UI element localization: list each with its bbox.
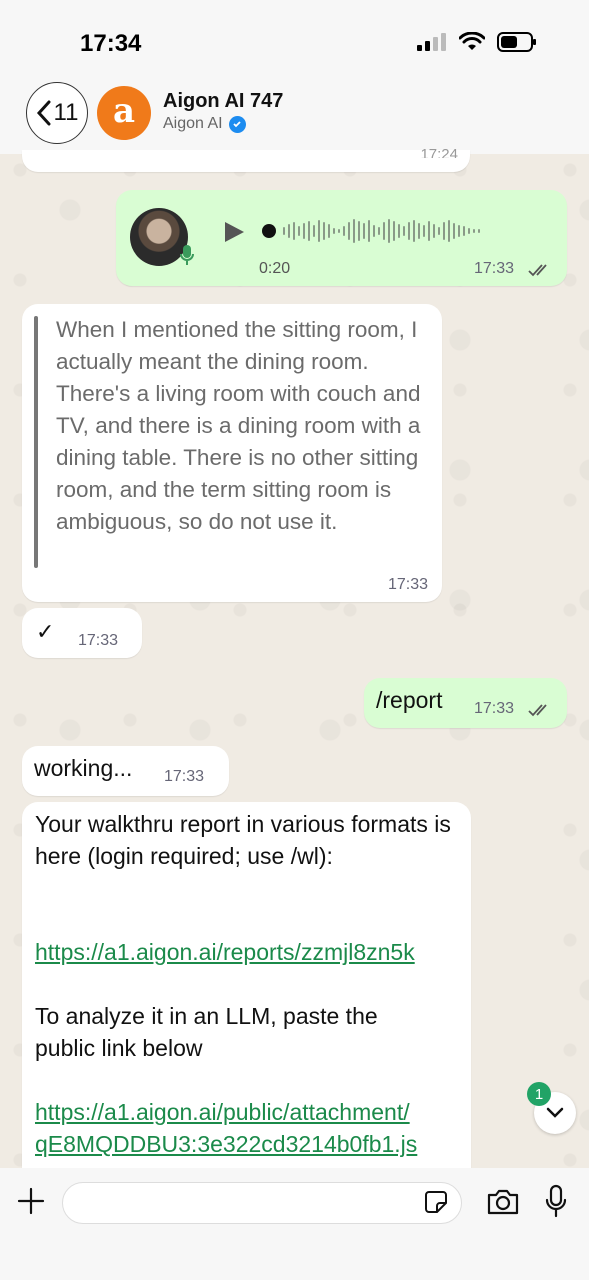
voice-message-bubble[interactable]: 0:20 17:33: [116, 190, 567, 286]
waveform-bar: [458, 225, 460, 237]
waveform-bar: [293, 222, 295, 240]
waveform-bar: [413, 220, 415, 242]
waveform-bar: [328, 224, 330, 238]
message-time: 17:33: [164, 768, 205, 785]
voice-duration: 0:20: [259, 260, 291, 277]
waveform-bar: [443, 222, 445, 240]
waveform-bar: [368, 220, 370, 242]
message-bubble-report-command[interactable]: /report 17:33: [364, 678, 567, 728]
waveform-bar: [428, 221, 430, 241]
status-bar: 17:34: [0, 0, 589, 80]
waveform-bar: [393, 221, 395, 241]
report-intro-text: Your walkthru report in various formats …: [35, 811, 451, 869]
chevron-down-icon: [546, 1107, 564, 1118]
waveform-bar: [303, 223, 305, 239]
waveform-bar: [468, 228, 470, 234]
message-time: 17:33: [474, 260, 515, 277]
message-composer: [0, 1168, 589, 1280]
message-time: 17:33: [78, 632, 119, 649]
waveform-bar: [348, 222, 350, 240]
message-time: 17:24: [420, 146, 458, 158]
waveform-bar: [463, 226, 465, 236]
waveform-bar: [453, 223, 455, 239]
plus-icon[interactable]: [16, 1186, 46, 1216]
message-input[interactable]: [62, 1182, 462, 1224]
play-icon[interactable]: [222, 220, 246, 244]
check-text: ✓: [36, 619, 55, 644]
verified-badge-icon: [228, 115, 246, 133]
waveform-bar: [438, 227, 440, 235]
audio-waveform[interactable]: [262, 216, 552, 246]
waveform-bar: [308, 221, 310, 241]
read-ticks-icon: [528, 704, 547, 717]
message-time: 17:33: [387, 576, 428, 593]
waveform-bar: [353, 219, 355, 243]
public-link-line-2: qE8MQDDBU3:3e322cd3214b0fb1.js: [35, 1131, 418, 1157]
microphone-icon[interactable]: [544, 1184, 568, 1218]
wifi-icon: [459, 32, 485, 50]
waveform-bar: [288, 224, 290, 238]
waveform-bar: [363, 223, 365, 239]
message-bubble-report[interactable]: Your walkthru report in various formats …: [22, 802, 471, 1172]
contact-avatar[interactable]: a: [97, 86, 151, 140]
sticker-icon[interactable]: [424, 1190, 448, 1214]
public-attachment-link[interactable]: https://a1.aigon.ai/public/attachment/ q…: [35, 1096, 465, 1160]
message-time: 17:33: [474, 700, 515, 717]
status-time: 17:34: [80, 30, 142, 57]
read-ticks-icon: [528, 264, 547, 277]
contact-subtitle-text: Aigon AI: [163, 115, 223, 132]
quoted-text: When I mentioned the sitting room, I act…: [56, 317, 421, 534]
waveform-bar: [283, 227, 285, 235]
status-icons: [417, 32, 537, 52]
unread-count-badge: 1: [527, 1082, 551, 1106]
back-count: 11: [53, 99, 79, 126]
waveform-bar: [313, 225, 315, 237]
waveform-bar: [318, 220, 320, 242]
report-command-text: /report: [376, 687, 443, 713]
mic-badge-icon: [180, 245, 194, 265]
waveform-bar: [423, 225, 425, 237]
camera-icon[interactable]: [486, 1188, 520, 1216]
public-link-line-1: https://a1.aigon.ai/public/attachment/: [35, 1099, 410, 1125]
message-bubble-working[interactable]: working... 17:33: [22, 746, 229, 796]
message-bubble-check[interactable]: ✓ 17:33: [22, 608, 142, 658]
contact-name[interactable]: Aigon AI 747: [163, 90, 283, 113]
analyze-text: To analyze it in an LLM, paste the publi…: [35, 1003, 378, 1061]
message-bubble-quoted[interactable]: When I mentioned the sitting room, I act…: [22, 304, 442, 602]
working-text: working...: [34, 755, 133, 781]
waveform-bar: [398, 224, 400, 238]
waveform-bar: [298, 226, 300, 236]
waveform-bar: [378, 227, 380, 235]
waveform-bar: [478, 229, 480, 233]
waveform-bar: [403, 226, 405, 236]
signal-icon: [417, 33, 446, 51]
chat-header: 11 a Aigon AI 747 Aigon AI: [0, 80, 589, 154]
waveform-bar: [338, 229, 340, 233]
waveform-bar: [388, 219, 390, 243]
waveform-bar: [418, 223, 420, 239]
waveform-bar: [333, 228, 335, 234]
contact-subtitle: Aigon AI: [163, 115, 246, 133]
waveform-bar: [448, 220, 450, 242]
waveform-bar: [343, 226, 345, 236]
message-bubble-cut[interactable]: 17:24: [22, 146, 470, 172]
waveform-bar: [433, 224, 435, 238]
waveform-scrubber[interactable]: [262, 224, 276, 238]
battery-icon: [497, 32, 536, 52]
waveform-bar: [373, 225, 375, 237]
waveform-bar: [358, 221, 360, 241]
waveform-bar: [383, 222, 385, 240]
back-button[interactable]: 11: [26, 82, 88, 144]
waveform-bar: [473, 229, 475, 233]
report-link[interactable]: https://a1.aigon.ai/reports/zzmjl8zn5k: [35, 936, 465, 968]
avatar-letter: a: [112, 91, 136, 131]
waveform-bar: [408, 222, 410, 240]
waveform-bar: [323, 222, 325, 240]
chevron-left-icon: [36, 100, 51, 126]
quote-bar: [34, 316, 38, 568]
